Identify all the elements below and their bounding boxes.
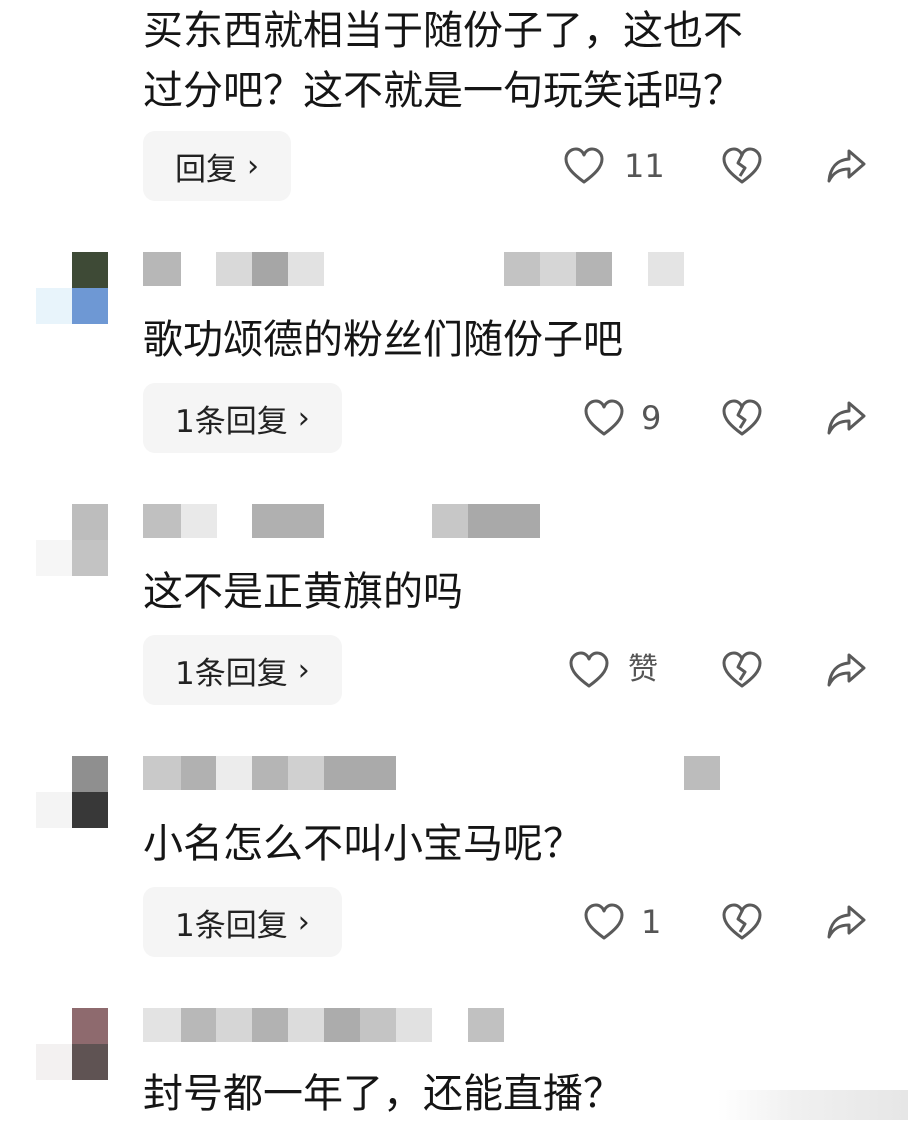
heart-icon[interactable] xyxy=(561,143,607,189)
comment-text: 封号都一年了，还能直播？ xyxy=(143,1071,623,1117)
share-arrow-icon[interactable] xyxy=(823,899,869,945)
reply-label: 1条回复 xyxy=(175,655,288,692)
share-arrow-icon[interactable] xyxy=(823,143,869,189)
heart-icon[interactable] xyxy=(581,395,627,441)
like-count: 1 xyxy=(641,903,662,941)
chevron-right-icon: › xyxy=(247,148,259,184)
like-count: 11 xyxy=(624,147,665,185)
broken-heart-icon[interactable] xyxy=(719,647,765,693)
reply-button[interactable]: 1条回复 › xyxy=(143,635,342,705)
broken-heart-icon[interactable] xyxy=(719,143,765,189)
chevron-right-icon: › xyxy=(297,400,310,436)
like-count: 9 xyxy=(641,399,662,437)
comment-text: 小名怎么不叫小宝马呢？ xyxy=(143,821,583,867)
avatar[interactable] xyxy=(36,504,108,576)
heart-icon[interactable] xyxy=(566,647,612,693)
comment-text: 过分吧？这不就是一句玩笑话吗？ xyxy=(143,68,743,114)
broken-heart-icon[interactable] xyxy=(719,899,765,945)
comment-text: 这不是正黄旗的吗 xyxy=(143,569,463,615)
share-arrow-icon[interactable] xyxy=(823,395,869,441)
broken-heart-icon[interactable] xyxy=(719,395,765,441)
watermark xyxy=(718,1090,908,1120)
avatar[interactable] xyxy=(36,1008,108,1080)
reply-button[interactable]: 回复 › xyxy=(143,131,291,201)
reply-label: 1条回复 xyxy=(175,403,288,440)
avatar[interactable] xyxy=(36,756,108,828)
reply-label: 1条回复 xyxy=(175,907,288,944)
chevron-right-icon: › xyxy=(297,652,310,688)
reply-button[interactable]: 1条回复 › xyxy=(143,383,342,453)
reply-label: 回复 xyxy=(175,151,237,188)
share-arrow-icon[interactable] xyxy=(823,647,869,693)
chevron-right-icon: › xyxy=(297,904,310,940)
like-count: 赞 xyxy=(628,652,658,687)
comment-text: 买东西就相当于随份子了，这也不 xyxy=(143,8,743,54)
reply-button[interactable]: 1条回复 › xyxy=(143,887,342,957)
comment-text: 歌功颂德的粉丝们随份子吧 xyxy=(143,317,623,363)
heart-icon[interactable] xyxy=(581,899,627,945)
avatar[interactable] xyxy=(36,252,108,324)
